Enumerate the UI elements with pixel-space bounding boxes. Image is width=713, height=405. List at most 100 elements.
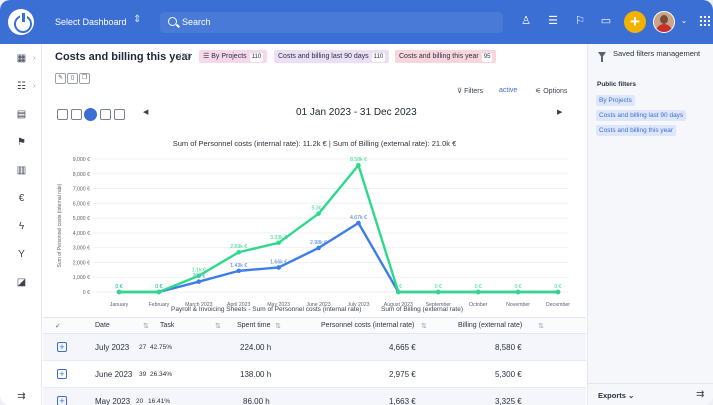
data-label: 1.43k € bbox=[230, 263, 247, 269]
cell-task-count: 27 bbox=[139, 344, 147, 351]
view-calendar-icon[interactable] bbox=[57, 109, 68, 120]
filters-button[interactable]: ⊽ Filters bbox=[457, 87, 483, 95]
date-range: 01 Jan 2023 - 31 Dec 2023 bbox=[296, 107, 417, 118]
table-row[interactable]: + July 2023 27 42.75% 224.00 h 4,665 € 8… bbox=[43, 334, 586, 361]
expand-row-icon[interactable]: + bbox=[57, 342, 67, 352]
chevron-right-icon[interactable]: › bbox=[33, 83, 35, 90]
delete-icon[interactable]: ▯ bbox=[67, 73, 78, 84]
app-logo-icon[interactable] bbox=[8, 9, 34, 35]
legend-billing[interactable]: Sum of Billing (external rate) bbox=[381, 306, 463, 313]
data-label: 5.3k € bbox=[311, 206, 325, 212]
copy-icon[interactable]: ❐ bbox=[79, 73, 90, 84]
data-label: 0 € bbox=[514, 284, 521, 290]
col-personnel-costs[interactable]: Personnel costs (internal rate) bbox=[321, 322, 414, 329]
sort-icon[interactable]: ⇅ bbox=[538, 322, 544, 330]
chip-costs-last-90[interactable]: Costs and billing last 90 days 110 bbox=[274, 50, 390, 63]
search-input[interactable]: Search bbox=[160, 12, 503, 33]
chip-count: 95 bbox=[481, 53, 493, 62]
chevron-right-icon[interactable]: › bbox=[33, 55, 35, 62]
legend-personnel[interactable]: Payroll & Invoicing Sheets - Sum of Pers… bbox=[171, 306, 361, 313]
saved-filter-by-projects[interactable]: By Projects bbox=[596, 95, 635, 106]
avatar[interactable] bbox=[653, 11, 675, 33]
user-icon[interactable]: ♙ bbox=[519, 14, 533, 28]
table-row[interactable]: + May 2023 20 16.41% 86.00 h 1,663 € 3,3… bbox=[43, 388, 586, 405]
select-all-checkbox[interactable]: ✓ bbox=[55, 322, 61, 330]
list-icon[interactable]: ☷ bbox=[15, 81, 28, 92]
view-week-icon[interactable] bbox=[100, 109, 111, 120]
branch-icon[interactable]: Y bbox=[15, 249, 28, 260]
chip-label: Costs and billing this year bbox=[399, 53, 479, 60]
calendar-icon[interactable]: ▭ bbox=[599, 14, 613, 28]
x-tick-label: November bbox=[506, 302, 530, 308]
saved-filters-title[interactable]: Saved filters management bbox=[613, 49, 703, 58]
point-billing bbox=[435, 289, 441, 295]
sort-icon[interactable]: ⇅ bbox=[275, 322, 281, 330]
dashboard-select[interactable]: Select Dashboard bbox=[55, 17, 127, 27]
data-label: 2.69k € bbox=[230, 244, 247, 250]
expand-row-icon[interactable]: + bbox=[57, 396, 67, 405]
cell-spent: 86.00 h bbox=[243, 397, 270, 405]
col-date[interactable]: Date bbox=[95, 322, 110, 329]
view-day-icon[interactable] bbox=[114, 109, 125, 120]
col-spent-time[interactable]: Spent time bbox=[237, 322, 270, 329]
chip-costs-this-year[interactable]: Costs and billing this year 95 bbox=[395, 50, 497, 63]
cell-spent: 138.00 h bbox=[240, 370, 272, 379]
expand-menu-icon[interactable]: ⇉ bbox=[15, 391, 28, 402]
col-billing[interactable]: Billing (external rate) bbox=[458, 322, 522, 329]
add-button[interactable]: + bbox=[624, 11, 646, 33]
chip-by-projects[interactable]: ☰ By Projects 110 bbox=[199, 50, 268, 63]
col-task[interactable]: Task bbox=[160, 322, 174, 329]
document-icon[interactable]: ▤ bbox=[15, 109, 28, 120]
exports-button[interactable]: Exports ⌄ bbox=[598, 391, 634, 400]
point-personnel bbox=[276, 265, 281, 270]
cell-billing: 3,325 € bbox=[495, 397, 522, 405]
previous-period-icon[interactable]: ◀ bbox=[143, 108, 148, 116]
cell-spent: 224.00 h bbox=[240, 343, 272, 352]
cell-task-pct: 16.41% bbox=[148, 398, 171, 405]
chart-title: Sum of Personnel costs (internal rate): … bbox=[172, 139, 457, 148]
table-header: ✓ Date ⇅ Task ⇅ Spent time ⇅ Personnel c… bbox=[43, 317, 586, 334]
cell-personnel: 2,975 € bbox=[389, 370, 416, 379]
view-year-icon[interactable] bbox=[84, 108, 97, 121]
y-tick-label: 7,000 € bbox=[73, 187, 90, 193]
chevron-updown-icon[interactable]: ⇕ bbox=[133, 14, 141, 25]
cell-personnel: 4,665 € bbox=[389, 343, 416, 352]
point-billing bbox=[116, 289, 122, 295]
point-billing bbox=[356, 162, 361, 168]
chip-icon: ☰ bbox=[203, 53, 212, 60]
checklist-icon[interactable]: ☰ bbox=[546, 14, 560, 28]
sort-icon[interactable]: ⇅ bbox=[215, 322, 221, 330]
cell-task-pct: 26.34% bbox=[150, 371, 173, 378]
table-icon[interactable]: ▥ bbox=[15, 165, 28, 176]
euro-icon[interactable]: € bbox=[15, 193, 28, 204]
chart-icon[interactable]: ◪ bbox=[15, 277, 28, 288]
next-period-icon[interactable]: ▶ bbox=[557, 108, 562, 116]
sort-icon[interactable]: ⇅ bbox=[143, 322, 149, 330]
saved-filter-last-90[interactable]: Costs and billing last 90 days bbox=[596, 110, 687, 121]
data-label: 4.67k € bbox=[350, 215, 367, 221]
data-label: 0 € bbox=[115, 284, 122, 290]
point-personnel bbox=[316, 245, 321, 251]
table-row[interactable]: + June 2023 39 26.34% 138.00 h 2,975 € 5… bbox=[43, 361, 586, 388]
apps-grid-icon[interactable] bbox=[699, 15, 710, 26]
sort-icon[interactable]: ⇅ bbox=[421, 322, 427, 330]
options-button[interactable]: ⚟ Options bbox=[535, 87, 567, 95]
app-window: Select Dashboard ⇕ Search ♙ ☰ ⚐ ▭ + ⌄ ▦ … bbox=[0, 0, 713, 405]
view-month-icon[interactable] bbox=[71, 109, 82, 120]
chevron-down-icon[interactable]: ⌄ bbox=[677, 14, 691, 28]
cell-date: July 2023 bbox=[95, 343, 130, 352]
dashboard-icon[interactable]: ▦ bbox=[15, 53, 28, 64]
exports-label: Exports bbox=[598, 391, 626, 400]
edit-icon[interactable]: ✎ bbox=[55, 73, 66, 84]
data-label: 1.1k € bbox=[192, 268, 206, 274]
expand-row-icon[interactable]: + bbox=[57, 369, 67, 379]
collapse-panel-icon[interactable]: ⇉ bbox=[696, 389, 704, 400]
x-tick-label: January bbox=[110, 302, 129, 308]
flag-icon[interactable]: ⚑ bbox=[15, 137, 28, 148]
lightning-icon[interactable]: ϟ bbox=[15, 221, 28, 232]
flag-icon[interactable]: ⚐ bbox=[573, 14, 587, 28]
search-placeholder: Search bbox=[182, 17, 211, 27]
data-label: 0 € bbox=[155, 284, 162, 290]
saved-filter-this-year[interactable]: Costs and billing this year bbox=[596, 125, 677, 136]
cell-task-count: 39 bbox=[139, 371, 147, 378]
